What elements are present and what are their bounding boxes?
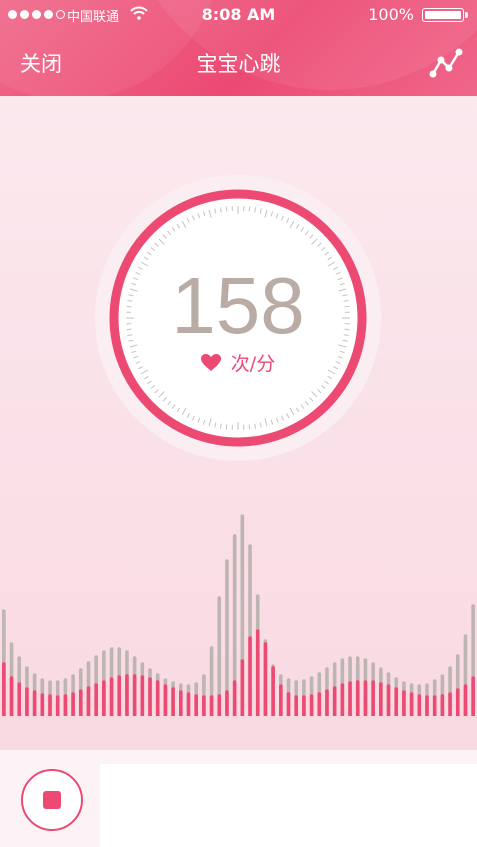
battery-icon [422,8,464,22]
battery-percent: 100% [368,5,414,24]
status-bar: 中国联通 8:08 AM 100% [0,0,477,30]
heart-icon [200,353,221,371]
heart-rate-unit: 次/分 [230,353,276,375]
line-chart-icon[interactable] [427,44,465,80]
dial-tick [248,206,251,212]
heartbeat-waveform [2,514,475,716]
stop-icon [43,791,61,809]
dial-tick [248,424,251,430]
heart-rate-value: 158 [171,261,305,350]
page-title: 宝宝心跳 [196,52,281,76]
monitor-area: 158 次/分 [0,96,477,750]
stop-button[interactable] [21,769,83,831]
dial-tick [225,424,228,430]
bottom-panel [100,764,477,847]
control-bar [0,750,477,847]
dial-tick [225,206,228,212]
heart-rate-unit-row: 次/分 [95,349,381,376]
battery-cap [465,12,468,18]
header: 中国联通 8:08 AM 100% 关闭 宝宝心跳 [0,0,477,96]
